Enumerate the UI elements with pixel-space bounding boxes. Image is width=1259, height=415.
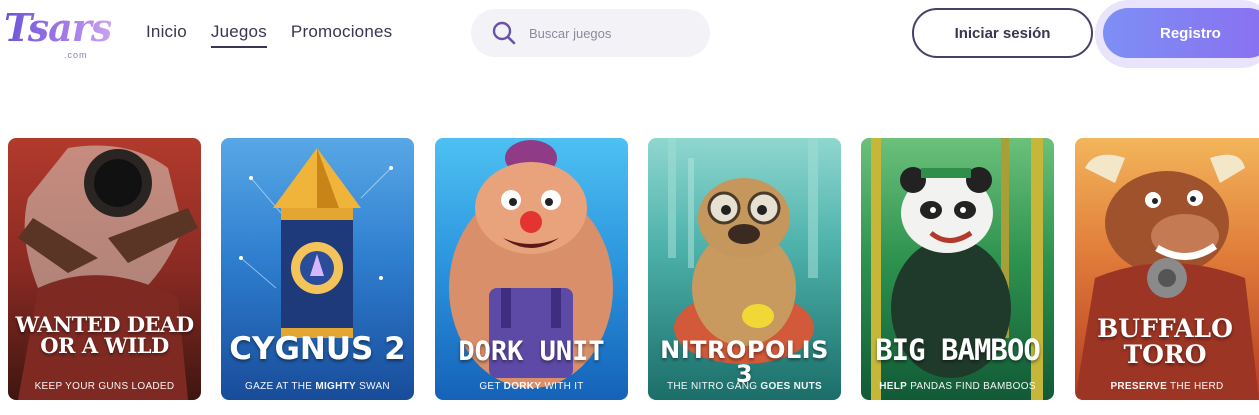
logo-wordmark: Tsars: [4, 5, 112, 50]
game-title-line: WANTED DEAD: [15, 312, 194, 337]
game-title: BIG BAMBOO: [875, 333, 1041, 367]
game-title-line: TORO: [1123, 339, 1207, 369]
game-thumbnail-art: [8, 138, 201, 400]
game-card-cygnus-2[interactable]: CYGNUS 2 GAZE AT THE MIGHTY SWAN: [221, 138, 414, 400]
game-card-nitropolis-3[interactable]: NITROPOLIS 3 THE NITRO GANG GOES NUTS: [648, 138, 841, 400]
game-tagline: GET DORKY WITH IT: [479, 381, 584, 392]
game-tagline: GAZE AT THE MIGHTY SWAN: [245, 381, 390, 392]
register-button[interactable]: Registro: [1103, 8, 1259, 58]
tsars-logo[interactable]: Tsars .com: [4, 5, 112, 64]
game-tagline: KEEP YOUR GUNS LOADED: [34, 381, 175, 392]
game-card-wanted-dead-or-a-wild[interactable]: WANTED DEAD OR A WILD KEEP YOUR GUNS LOAD…: [8, 138, 201, 400]
login-button[interactable]: Iniciar sesión: [912, 8, 1093, 58]
nav-item-juegos[interactable]: Juegos: [210, 20, 267, 48]
game-title: NITROPOLIS 3: [660, 336, 829, 388]
logo-domain-suffix: .com: [64, 50, 88, 60]
game-title-line: BUFFALO: [1097, 314, 1233, 343]
games-row: WANTED DEAD OR A WILD KEEP YOUR GUNS LOAD…: [8, 138, 1259, 400]
main-nav: Inicio Juegos Promociones: [146, 20, 392, 48]
game-title: CYGNUS 2: [229, 331, 406, 367]
search-input[interactable]: [529, 25, 699, 41]
game-tagline: PRESERVE THE HERD: [1110, 381, 1224, 392]
game-title: WANTED DEAD OR A WILD: [8, 314, 201, 356]
nav-item-promociones[interactable]: Promociones: [291, 20, 392, 44]
game-title: DORK UNIT: [458, 336, 605, 367]
game-title: BUFFALO TORO: [1075, 316, 1255, 367]
game-title-line: OR A WILD: [40, 333, 169, 358]
nav-item-inicio[interactable]: Inicio: [146, 20, 187, 44]
search-bar[interactable]: [471, 9, 710, 57]
search-icon: [492, 21, 516, 45]
game-tagline: THE NITRO GANG GOES NUTS: [666, 381, 822, 392]
game-tagline: HELP PANDAS FIND BAMBOOS: [879, 381, 1036, 392]
site-header: Tsars .com Inicio Juegos Promociones Ini…: [0, 0, 1259, 68]
game-card-buffalo-toro[interactable]: BUFFALO TORO PRESERVE THE HERD: [1075, 138, 1259, 400]
game-card-big-bamboo[interactable]: BIG BAMBOO HELP PANDAS FIND BAMBOOS: [861, 138, 1054, 400]
game-card-dork-unit[interactable]: DORK UNIT GET DORKY WITH IT: [435, 138, 628, 400]
